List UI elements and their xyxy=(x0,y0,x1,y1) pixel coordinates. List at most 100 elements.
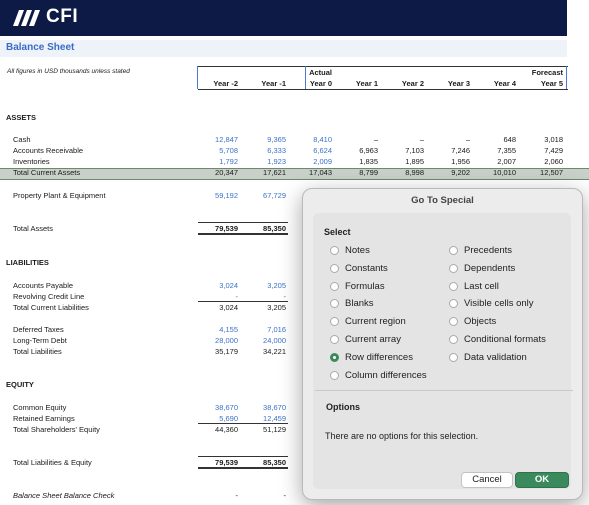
cell-ppe-1[interactable]: 67,729 xyxy=(246,191,286,200)
radio-button-icon[interactable] xyxy=(449,352,458,362)
row-label-ta: Total Assets xyxy=(13,224,54,233)
cell-ap-1[interactable]: 3,205 xyxy=(246,281,286,290)
cell-inv-4[interactable]: 1,895 xyxy=(384,157,424,166)
option-blanks[interactable]: Blanks xyxy=(330,298,374,309)
option-label: Conditional formats xyxy=(464,334,546,345)
option-visible-cells-only[interactable]: Visible cells only xyxy=(449,298,534,309)
cell-tca-4[interactable]: 8,998 xyxy=(384,168,424,177)
units-note: All figures in USD thousands unless stat… xyxy=(7,68,130,75)
cell-tse-1[interactable]: 51,129 xyxy=(246,425,286,434)
radio-button-icon[interactable] xyxy=(449,317,458,327)
option-dependents[interactable]: Dependents xyxy=(449,263,515,274)
cell-check-1[interactable]: - xyxy=(246,491,287,500)
radio-button-icon[interactable] xyxy=(330,246,339,255)
radio-button-icon[interactable] xyxy=(449,335,458,344)
cell-inv-7[interactable]: 2,060 xyxy=(523,157,563,166)
cell-ce-0[interactable]: 38,670 xyxy=(198,403,238,412)
option-current-region[interactable]: Current region xyxy=(330,316,406,327)
cell-cash-0[interactable]: 12,847 xyxy=(198,135,238,144)
cell-ar-2[interactable]: 6,624 xyxy=(292,146,332,155)
radio-button-icon[interactable] xyxy=(449,281,458,291)
radio-button-icon[interactable] xyxy=(449,246,458,255)
cell-tle-1[interactable]: 85,350 xyxy=(246,458,286,467)
cell-cash-6[interactable]: 648 xyxy=(476,135,516,144)
cell-tca-6[interactable]: 10,010 xyxy=(476,168,516,177)
option-row-differences[interactable]: Row differences xyxy=(330,352,413,363)
cell-inv-0[interactable]: 1,792 xyxy=(198,157,238,166)
cell-ta-1[interactable]: 85,350 xyxy=(246,224,286,233)
option-conditional-formats[interactable]: Conditional formats xyxy=(449,334,546,345)
cell-inv-2[interactable]: 2,009 xyxy=(292,157,332,166)
cell-tse-0[interactable]: 44,360 xyxy=(198,425,238,434)
cancel-button[interactable]: Cancel xyxy=(461,472,513,488)
cell-ar-0[interactable]: 5,708 xyxy=(198,146,238,155)
cell-dt-1[interactable]: 7,016 xyxy=(246,325,286,334)
cell-re-1[interactable]: 12,459 xyxy=(246,414,286,423)
option-last-cell[interactable]: Last cell xyxy=(449,281,499,292)
row-label-tse: Total Shareholders' Equity xyxy=(13,425,100,434)
cell-re-0[interactable]: 5,690 xyxy=(198,414,238,423)
radio-button-icon[interactable] xyxy=(330,263,339,273)
cell-ppe-0[interactable]: 59,192 xyxy=(198,191,238,200)
row-label-cash: Cash xyxy=(13,135,31,144)
radio-button-icon[interactable] xyxy=(330,335,339,344)
option-column-differences[interactable]: Column differences xyxy=(330,370,427,381)
cell-ta-0[interactable]: 79,539 xyxy=(198,224,238,233)
radio-button-icon[interactable] xyxy=(330,317,339,327)
cell-tcl-0[interactable]: 3,024 xyxy=(198,303,238,312)
cell-cash-2[interactable]: 8,410 xyxy=(292,135,332,144)
cell-tca-5[interactable]: 9,202 xyxy=(430,168,470,177)
cell-ar-5[interactable]: 7,246 xyxy=(430,146,470,155)
cell-tl-0[interactable]: 35,179 xyxy=(198,347,238,356)
cell-ar-1[interactable]: 6,333 xyxy=(246,146,286,155)
actual-label: Actual xyxy=(309,68,332,77)
cell-tca-1[interactable]: 17,621 xyxy=(246,168,286,177)
radio-button-icon[interactable] xyxy=(330,352,339,362)
radio-button-icon[interactable] xyxy=(449,299,458,309)
option-constants[interactable]: Constants xyxy=(330,263,388,274)
cell-tca-7[interactable]: 12,507 xyxy=(523,168,563,177)
cell-cash-4[interactable]: – xyxy=(384,135,424,144)
cell-dt-0[interactable]: 4,155 xyxy=(198,325,238,334)
cell-ap-0[interactable]: 3,024 xyxy=(198,281,238,290)
option-notes[interactable]: Notes xyxy=(330,245,370,256)
ok-button[interactable]: OK xyxy=(515,472,569,488)
cell-tca-2[interactable]: 17,043 xyxy=(292,168,332,177)
radio-button-icon[interactable] xyxy=(449,263,458,273)
cell-cash-7[interactable]: 3,018 xyxy=(523,135,563,144)
cell-inv-3[interactable]: 1,835 xyxy=(338,157,378,166)
radio-button-icon[interactable] xyxy=(330,299,339,309)
cell-rcl-1[interactable]: - xyxy=(246,292,287,301)
cell-tca-0[interactable]: 20,347 xyxy=(198,168,238,177)
cell-tle-0[interactable]: 79,539 xyxy=(198,458,238,467)
option-formulas[interactable]: Formulas xyxy=(330,281,385,292)
cell-ce-1[interactable]: 38,670 xyxy=(246,403,286,412)
cell-cash-5[interactable]: – xyxy=(430,135,470,144)
cell-check-0[interactable]: - xyxy=(198,491,239,500)
cell-rcl-0[interactable]: - xyxy=(198,292,239,301)
cell-tca-3[interactable]: 8,799 xyxy=(338,168,378,177)
cell-inv-1[interactable]: 1,923 xyxy=(246,157,286,166)
cell-cash-1[interactable]: 9,365 xyxy=(246,135,286,144)
row-label-ltd: Long-Term Debt xyxy=(13,336,67,345)
radio-button-icon[interactable] xyxy=(330,281,339,291)
cell-inv-6[interactable]: 2,007 xyxy=(476,157,516,166)
option-current-array[interactable]: Current array xyxy=(330,334,401,345)
cell-tl-1[interactable]: 34,221 xyxy=(246,347,286,356)
row-label-ap: Accounts Payable xyxy=(13,281,74,290)
option-objects[interactable]: Objects xyxy=(449,316,496,327)
cell-ltd-1[interactable]: 24,000 xyxy=(246,336,286,345)
cell-tcl-1[interactable]: 3,205 xyxy=(246,303,286,312)
option-precedents[interactable]: Precedents xyxy=(449,245,512,256)
cell-cash-3[interactable]: – xyxy=(338,135,378,144)
cell-ar-6[interactable]: 7,355 xyxy=(476,146,516,155)
cell-ar-4[interactable]: 7,103 xyxy=(384,146,424,155)
cell-ar-7[interactable]: 7,429 xyxy=(523,146,563,155)
cell-inv-5[interactable]: 1,956 xyxy=(430,157,470,166)
radio-button-icon[interactable] xyxy=(330,370,339,380)
option-data-validation[interactable]: Data validation xyxy=(449,352,527,363)
column-header: Year 4 xyxy=(493,79,516,88)
cell-ar-3[interactable]: 6,963 xyxy=(338,146,378,155)
cell-ltd-0[interactable]: 28,000 xyxy=(198,336,238,345)
dialog-body: Select Notes Constants Formulas Blanks Curre… xyxy=(313,213,571,489)
